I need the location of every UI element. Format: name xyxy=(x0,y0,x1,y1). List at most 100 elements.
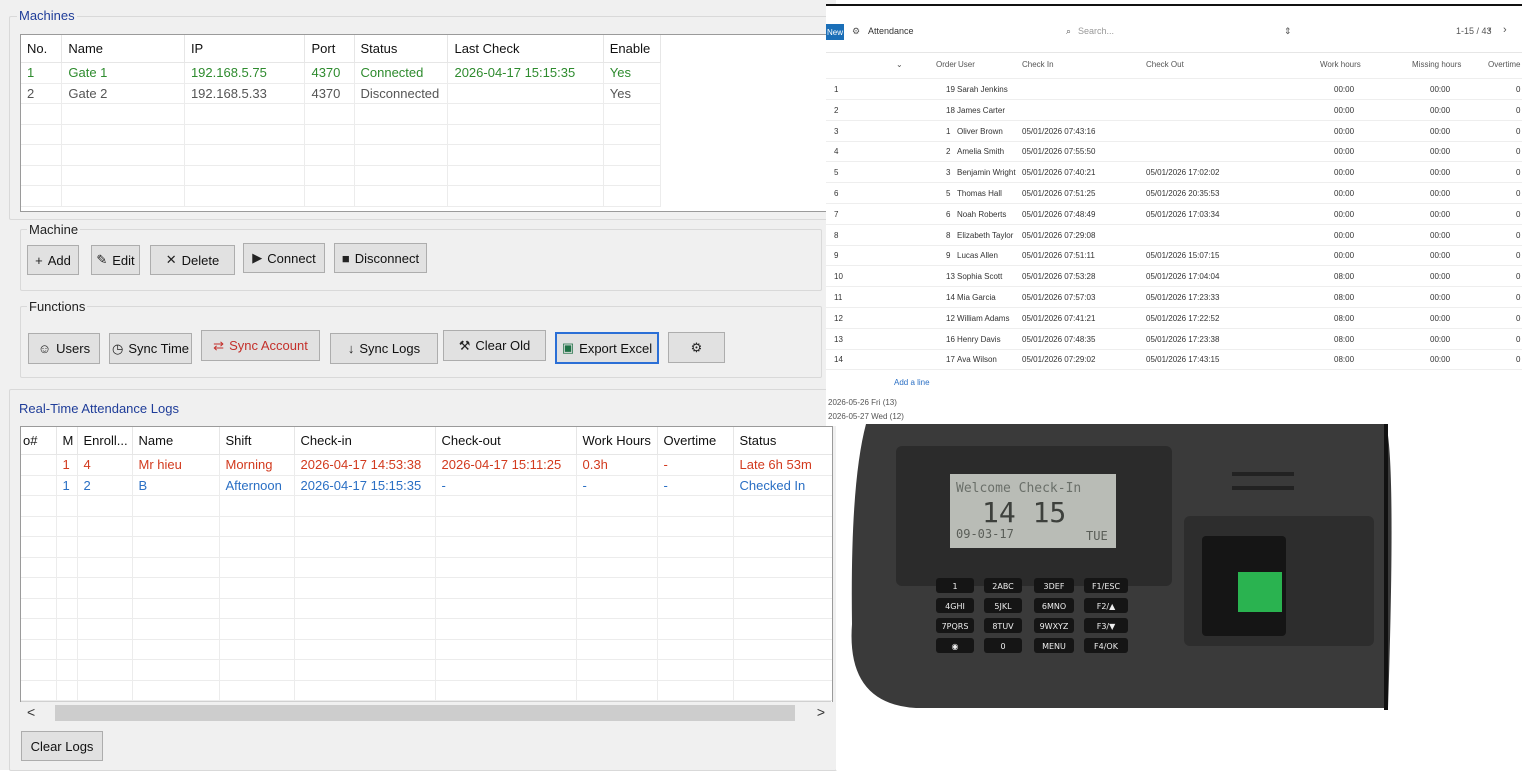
table-row[interactable]: 2 18 James Carter 00:00 00:00 0 xyxy=(826,100,1522,121)
table-row[interactable]: 1 4 Mr hieu Morning 2026-04-17 14:53:38 … xyxy=(21,454,832,476)
users-button[interactable]: ☺ Users xyxy=(28,333,100,364)
delete-button[interactable]: ✕ Delete xyxy=(150,245,235,275)
horizontal-scrollbar[interactable]: < > xyxy=(21,701,831,724)
web-cell-work-hours: 08:00 xyxy=(1334,334,1355,344)
connect-button[interactable]: ▶ Connect xyxy=(243,243,325,273)
web-cell-user: Oliver Brown xyxy=(957,126,1003,136)
settings-button[interactable]: ⚙ xyxy=(668,332,725,363)
web-cell-order: 8 xyxy=(946,230,951,240)
scrollbar-thumb[interactable] xyxy=(55,705,795,721)
web-cell-missing-hours: 00:00 xyxy=(1430,209,1451,219)
col-check-out[interactable]: Check-out xyxy=(435,427,577,455)
web-cell-order: 18 xyxy=(946,105,955,115)
new-button[interactable]: New xyxy=(826,24,844,40)
table-row[interactable]: 6 5 Thomas Hall 05/01/2026 07:51:25 05/01/20… xyxy=(826,183,1522,204)
table-row[interactable]: 8 8 Elizabeth Taylor 05/01/2026 07:29:08 00:… xyxy=(826,225,1522,246)
col-work-hours[interactable]: Work Hours xyxy=(576,427,658,455)
web-cell-order: 16 xyxy=(946,334,955,344)
keypad-key-label: F1/ESC xyxy=(1092,582,1121,591)
group-row-2[interactable]: 2026-05-27 Wed (12) xyxy=(828,412,904,421)
table-row[interactable]: 10 13 Sophia Scott 05/01/2026 07:53:28 05/01… xyxy=(826,266,1522,288)
col-shift[interactable]: Shift xyxy=(219,427,295,455)
web-cell-check-in: 05/01/2026 07:29:02 xyxy=(1022,355,1096,365)
col-status[interactable]: Status xyxy=(733,427,832,455)
machines-grid[interactable]: No. Name IP Port Status Last Check Enabl… xyxy=(20,34,836,212)
web-cell-missing-hours: 00:00 xyxy=(1430,355,1451,365)
cell-work-hours: - xyxy=(576,475,658,496)
table-row[interactable]: 11 14 Mia Garcia 05/01/2026 07:57:03 05/01/2… xyxy=(826,287,1522,308)
table-row[interactable]: 1 19 Sarah Jenkins 00:00 00:00 0 xyxy=(826,79,1522,100)
table-row[interactable]: 1 2 B Afternoon 2026-04-17 15:15:35 - - … xyxy=(21,475,832,496)
cog-icon[interactable]: ⚙ xyxy=(852,26,860,37)
col-name[interactable]: Name xyxy=(132,427,220,455)
table-row[interactable]: 7 6 Noah Roberts 05/01/2026 07:48:49 05/01/2… xyxy=(826,204,1522,225)
dropdown-toggle-icon[interactable]: ⇕ xyxy=(1284,26,1292,37)
web-col-overtime[interactable]: Overtime hou xyxy=(1488,60,1522,69)
table-row[interactable]: 3 1 Oliver Brown 05/01/2026 07:43:16 00:00 00… xyxy=(826,121,1522,142)
disconnect-button[interactable]: ■ Disconnect xyxy=(334,243,427,273)
col-ip[interactable]: IP xyxy=(184,35,306,63)
web-col-work-hours[interactable]: Work hours xyxy=(1320,60,1361,69)
table-row xyxy=(21,680,832,701)
web-cell-overtime: 0 xyxy=(1516,189,1521,198)
web-col-missing-hours[interactable]: Missing hours xyxy=(1412,60,1461,69)
web-cell-check-out: 05/01/2026 20:35:53 xyxy=(1146,189,1220,198)
table-row[interactable]: 4 2 Amelia Smith 05/01/2026 07:55:50 00:00 00… xyxy=(826,141,1522,163)
col-order[interactable]: o# xyxy=(21,427,57,455)
web-col-user[interactable]: User xyxy=(958,60,975,69)
pencil-icon: ✎ xyxy=(96,252,108,267)
table-row xyxy=(21,659,832,681)
web-col-check-in[interactable]: Check In xyxy=(1022,60,1054,69)
web-col-check-out[interactable]: Check Out xyxy=(1146,60,1184,69)
cell-status: Connected xyxy=(354,62,449,84)
col-status[interactable]: Status xyxy=(354,35,449,63)
cell-name: Gate 2 xyxy=(61,83,185,104)
expand-chevron-icon[interactable]: ⌄ xyxy=(896,60,903,69)
table-row[interactable]: 9 9 Lucas Allen 05/01/2026 07:51:11 05/01/20… xyxy=(826,245,1522,267)
keypad-key-label: 5JKL xyxy=(994,602,1012,611)
arrow-down-icon: ↓ xyxy=(347,341,355,356)
sync-account-button[interactable]: ⇄ Sync Account xyxy=(201,330,320,361)
table-row[interactable]: 14 17 Ava Wilson 05/01/2026 07:29:02 05/01/2… xyxy=(826,349,1522,371)
col-enroll[interactable]: Enroll... xyxy=(77,427,133,455)
sync-time-button[interactable]: ◷ Sync Time xyxy=(109,333,192,364)
web-cell-user: Noah Roberts xyxy=(957,209,1007,219)
add-line-link[interactable]: Add a line xyxy=(894,378,930,387)
search-input[interactable]: Search... xyxy=(1078,26,1114,36)
export-excel-button[interactable]: ▣ Export Excel xyxy=(555,332,659,364)
scroll-right-icon[interactable]: > xyxy=(817,704,825,720)
add-button[interactable]: + Add xyxy=(27,245,79,275)
next-page-icon[interactable]: › xyxy=(1503,24,1507,36)
sync-logs-button[interactable]: ↓ Sync Logs xyxy=(330,333,438,364)
keypad-key-label: 2ABC xyxy=(992,582,1014,591)
keypad-key-label: 4GHI xyxy=(945,602,965,611)
col-port[interactable]: Port xyxy=(304,35,355,63)
table-row[interactable]: 13 16 Henry Davis 05/01/2026 07:48:35 05/01/… xyxy=(826,329,1522,350)
col-overtime[interactable]: Overtime xyxy=(657,427,734,455)
web-cell-check-in: 05/01/2026 07:55:50 xyxy=(1022,147,1096,157)
cell-name: Mr hieu xyxy=(132,454,220,476)
clear-old-button[interactable]: ⚒ Clear Old xyxy=(443,330,546,361)
web-col-order[interactable]: Order xyxy=(936,60,956,69)
cell-enroll: 2 xyxy=(77,475,133,496)
col-last-check[interactable]: Last Check xyxy=(447,35,604,63)
table-row[interactable]: 5 3 Benjamin Wright 05/01/2026 07:40:21 05/0… xyxy=(826,162,1522,184)
web-cell-work-hours: 00:00 xyxy=(1334,147,1355,157)
col-name[interactable]: Name xyxy=(61,35,185,63)
prev-page-icon[interactable]: ‹ xyxy=(1488,24,1492,36)
table-row[interactable]: 12 12 William Adams 05/01/2026 07:41:21 05/0… xyxy=(826,308,1522,329)
web-cell-check-in: 05/01/2026 07:43:16 xyxy=(1022,126,1096,136)
col-machine[interactable]: M xyxy=(56,427,78,455)
col-no[interactable]: No. xyxy=(21,35,63,63)
edit-button[interactable]: ✎ Edit xyxy=(91,245,140,275)
table-row[interactable]: 1 Gate 1 192.168.5.75 4370 Connected 202… xyxy=(21,62,662,84)
logs-grid[interactable]: o# M Enroll... Name Shift Check-in Check… xyxy=(20,426,833,702)
cell-check-out: 2026-04-17 15:11:25 xyxy=(435,454,577,476)
clear-logs-button[interactable]: Clear Logs xyxy=(21,731,103,761)
scroll-left-icon[interactable]: < xyxy=(27,704,35,720)
col-enable[interactable]: Enable xyxy=(603,35,662,63)
table-row[interactable]: 2 Gate 2 192.168.5.33 4370 Disconnected … xyxy=(21,83,662,104)
keypad-key-label: F2/▲ xyxy=(1097,602,1116,611)
col-check-in[interactable]: Check-in xyxy=(294,427,436,455)
group-row-1[interactable]: 2026-05-26 Fri (13) xyxy=(828,398,897,407)
